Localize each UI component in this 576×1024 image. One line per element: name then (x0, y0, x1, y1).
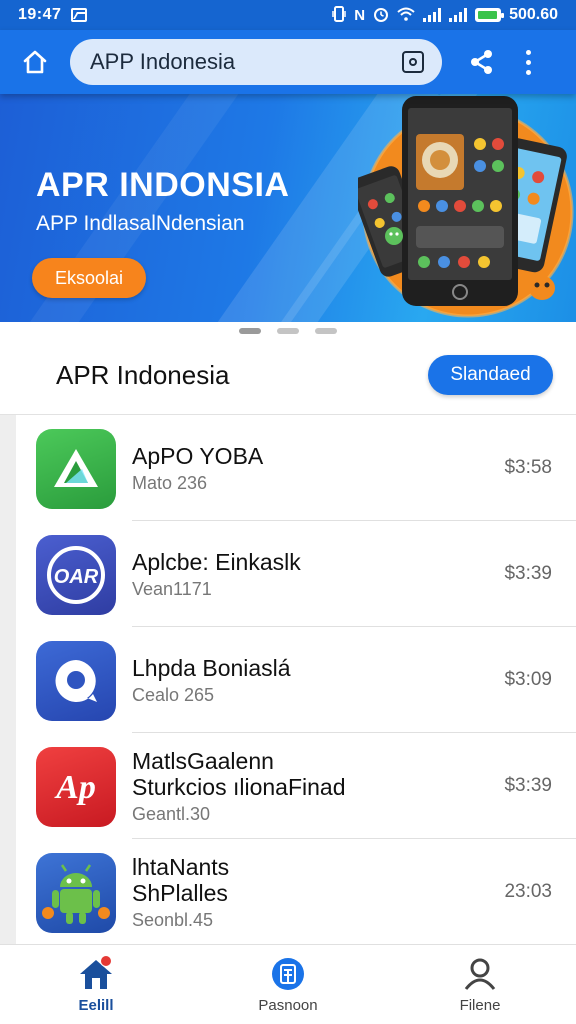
signal-icon (449, 8, 468, 22)
android-robot-icon (36, 853, 116, 933)
app-meta: Cealo 265 (132, 684, 215, 705)
app-meta: Geantl.30 (132, 803, 211, 824)
triangle-logo-icon (36, 429, 116, 509)
nav-label: Filene (459, 997, 501, 1014)
battery-level (478, 11, 497, 19)
app-price: $3:39 (504, 775, 552, 796)
search-input[interactable]: APP Indonesia (90, 49, 402, 75)
svg-text:OAR: OAR (54, 566, 99, 588)
section-title: APR Indonesia (56, 360, 230, 390)
battery-text: 500.60 (509, 6, 558, 23)
list-item[interactable]: Lhpda Boniaslá Cealo 265 $3:09 (16, 627, 576, 733)
battery-icon (475, 8, 505, 22)
app-list: ApPO YOBA Mato 236 $3:58 OAR Aplcbe: Ein… (0, 414, 576, 944)
app-price: $3:58 (504, 457, 552, 478)
status-bar: 19:47 N 500.60 (0, 0, 576, 30)
app-name-line2: ShPlalles (132, 879, 228, 906)
vibrate-icon (332, 5, 346, 25)
ap-logo-icon: Ap (36, 747, 116, 827)
share-icon (471, 50, 492, 74)
app-name: MatlsGaalenn (132, 747, 274, 774)
phones-illustration (358, 96, 574, 318)
app-name: Aplcbe: Einkaslk (132, 548, 301, 575)
scan-icon[interactable] (402, 51, 424, 73)
nfc-icon: N (354, 6, 366, 24)
nav-label: Pasnoon (258, 997, 318, 1014)
pager-dot[interactable] (315, 328, 337, 334)
speech-bubble-icon (36, 641, 116, 721)
status-time: 19:47 (18, 6, 62, 23)
gallery-icon (71, 8, 88, 22)
nav-home[interactable]: Eelill (0, 945, 192, 1024)
app-price: $3:09 (504, 669, 552, 690)
share-button[interactable] (464, 42, 500, 82)
more-vert-icon (525, 49, 531, 55)
app-price: $3:39 (504, 563, 552, 584)
person-icon (464, 958, 496, 990)
app-price: 23:03 (504, 881, 552, 902)
notification-badge (100, 955, 112, 967)
list-item[interactable]: ApPO YOBA Mato 236 $3:58 (16, 415, 576, 521)
banner-subtitle: APP IndlasalNdensian (36, 212, 245, 235)
more-options-button[interactable] (516, 42, 540, 82)
list-gutter (0, 415, 16, 944)
app-name: ApPO YOBA (132, 442, 264, 469)
banner-title: APR INDONSIA (36, 166, 290, 204)
promo-banner[interactable]: APR INDONSIA APP IndlasalNdensian Eksool… (0, 94, 576, 322)
banner-pager[interactable] (0, 328, 576, 338)
nav-label: Eelill (78, 997, 114, 1014)
app-name: lhtaNants (132, 853, 230, 880)
list-item[interactable]: lhtaNants ShPlalles Seonbl.45 23:03 (16, 839, 576, 944)
list-item[interactable]: Ap MatlsGaalenn Sturkcios ılionaFinad Ge… (16, 733, 576, 839)
app-name-line2: Sturkcios ılionaFinad (132, 773, 346, 800)
nav-store[interactable]: Pasnoon (192, 945, 384, 1024)
svg-text:Ap: Ap (54, 769, 96, 806)
pager-dot[interactable] (277, 328, 299, 334)
app-meta: Mato 236 (132, 472, 208, 493)
wifi-icon (397, 7, 415, 24)
app-meta: Vean1171 (132, 578, 212, 599)
nav-profile[interactable]: Filene (384, 945, 576, 1024)
home-icon (23, 50, 47, 74)
app-meta: Seonbl.45 (132, 909, 214, 930)
app-bar: APP Indonesia (0, 30, 576, 94)
section-action-button[interactable]: Slandaed (428, 355, 553, 395)
banner-cta-button[interactable]: Eksoolai (32, 258, 146, 298)
app-store-icon (272, 958, 304, 990)
bottom-navigation: Eelill Pasnoon Filene (0, 944, 576, 1024)
signal-icon (423, 8, 442, 22)
home-button[interactable] (14, 41, 56, 83)
alarm-icon (373, 6, 389, 25)
list-item[interactable]: OAR Aplcbe: Einkaslk Vean1171 $3:39 (16, 521, 576, 627)
oar-logo-icon: OAR (36, 535, 116, 615)
search-bar[interactable]: APP Indonesia (70, 39, 442, 85)
app-name: Lhpda Boniaslá (132, 654, 291, 681)
pager-dot[interactable] (239, 328, 261, 334)
